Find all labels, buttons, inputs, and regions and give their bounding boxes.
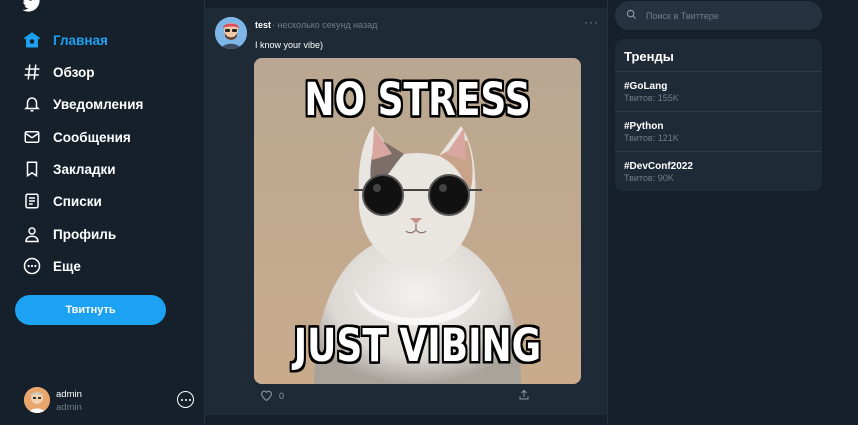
nav-label-home: Главная — [53, 32, 108, 48]
nav-label-profile: Профиль — [53, 226, 117, 242]
search-bar[interactable] — [615, 1, 822, 30]
nav-label-notifications: Уведомления — [53, 96, 144, 112]
tweet-author[interactable]: test — [255, 20, 271, 30]
tweet-image[interactable]: NO STRESS JUST VIBING — [254, 58, 581, 384]
more-circle-icon — [22, 256, 42, 276]
like-button[interactable]: 0 — [260, 389, 284, 403]
mail-icon — [22, 127, 42, 147]
nav-item-profile[interactable]: Профиль — [22, 221, 116, 247]
search-input[interactable] — [646, 10, 806, 21]
trends-title: Тренды — [624, 49, 674, 64]
trend-tag: #GoLang — [624, 81, 668, 92]
nav-label-more: Еще — [53, 258, 81, 274]
nav-label-messages: Сообщения — [53, 129, 131, 145]
tweet-timestamp: · несколько секунд назад — [272, 20, 378, 30]
account-switcher[interactable]: admin admin — [24, 385, 204, 417]
avatar — [24, 387, 50, 413]
nav-item-explore[interactable]: Обзор — [22, 59, 95, 85]
tweet-text: I know your vibe) — [255, 40, 324, 50]
trend-tag: #DevConf2022 — [624, 161, 693, 172]
hashtag-icon — [22, 62, 42, 82]
meme-top-text: NO STRESS — [304, 74, 531, 127]
nav-label-lists: Списки — [53, 193, 102, 209]
nav-item-lists[interactable]: Списки — [22, 188, 102, 214]
account-name: admin — [56, 389, 82, 400]
trend-item[interactable]: #GoLang Твитов: 155K — [615, 71, 822, 111]
nav-label-explore: Обзор — [53, 64, 95, 80]
trend-count: Твитов: 90K — [624, 173, 674, 183]
nav-item-messages[interactable]: Сообщения — [22, 124, 131, 150]
trends-panel: Тренды #GoLang Твитов: 155K #Python Твит… — [615, 39, 822, 191]
nav-item-more[interactable]: Еще — [22, 253, 81, 279]
twitter-bird-icon[interactable] — [22, 0, 42, 12]
person-icon — [22, 224, 42, 244]
trend-item[interactable]: #DevConf2022 Твитов: 90K — [615, 151, 822, 191]
nav-item-home[interactable]: Главная — [22, 27, 108, 53]
trend-item[interactable]: #Python Твитов: 121K — [615, 111, 822, 151]
bell-icon — [22, 94, 42, 114]
home-icon — [22, 30, 42, 50]
tweet-avatar[interactable] — [215, 17, 247, 49]
nav-item-notifications[interactable]: Уведомления — [22, 91, 143, 117]
meme-bottom-text: JUST VIBING — [293, 320, 542, 373]
heart-icon — [260, 389, 273, 403]
tweet-button[interactable]: Твитнуть — [15, 295, 166, 325]
nav-item-bookmarks[interactable]: Закладки — [22, 156, 116, 182]
trend-count: Твитов: 121K — [624, 133, 679, 143]
account-handle: admin — [56, 402, 82, 413]
like-count: 0 — [279, 391, 285, 401]
trend-count: Твитов: 155K — [624, 93, 679, 103]
sidebar: Главная Обзор Уведомления Сообщения Закл… — [0, 0, 204, 425]
trend-tag: #Python — [624, 121, 664, 132]
tweet-menu-icon[interactable]: ··· — [584, 16, 599, 28]
share-icon[interactable] — [518, 388, 530, 406]
tweet-card[interactable]: test · несколько секунд назад ··· I know… — [205, 8, 607, 415]
nav-label-bookmarks: Закладки — [53, 161, 116, 177]
bookmark-icon — [22, 159, 42, 179]
search-icon — [626, 7, 637, 25]
more-circle-icon[interactable] — [177, 391, 194, 408]
feed: test · несколько секунд назад ··· I know… — [204, 0, 608, 425]
list-icon — [22, 191, 42, 211]
